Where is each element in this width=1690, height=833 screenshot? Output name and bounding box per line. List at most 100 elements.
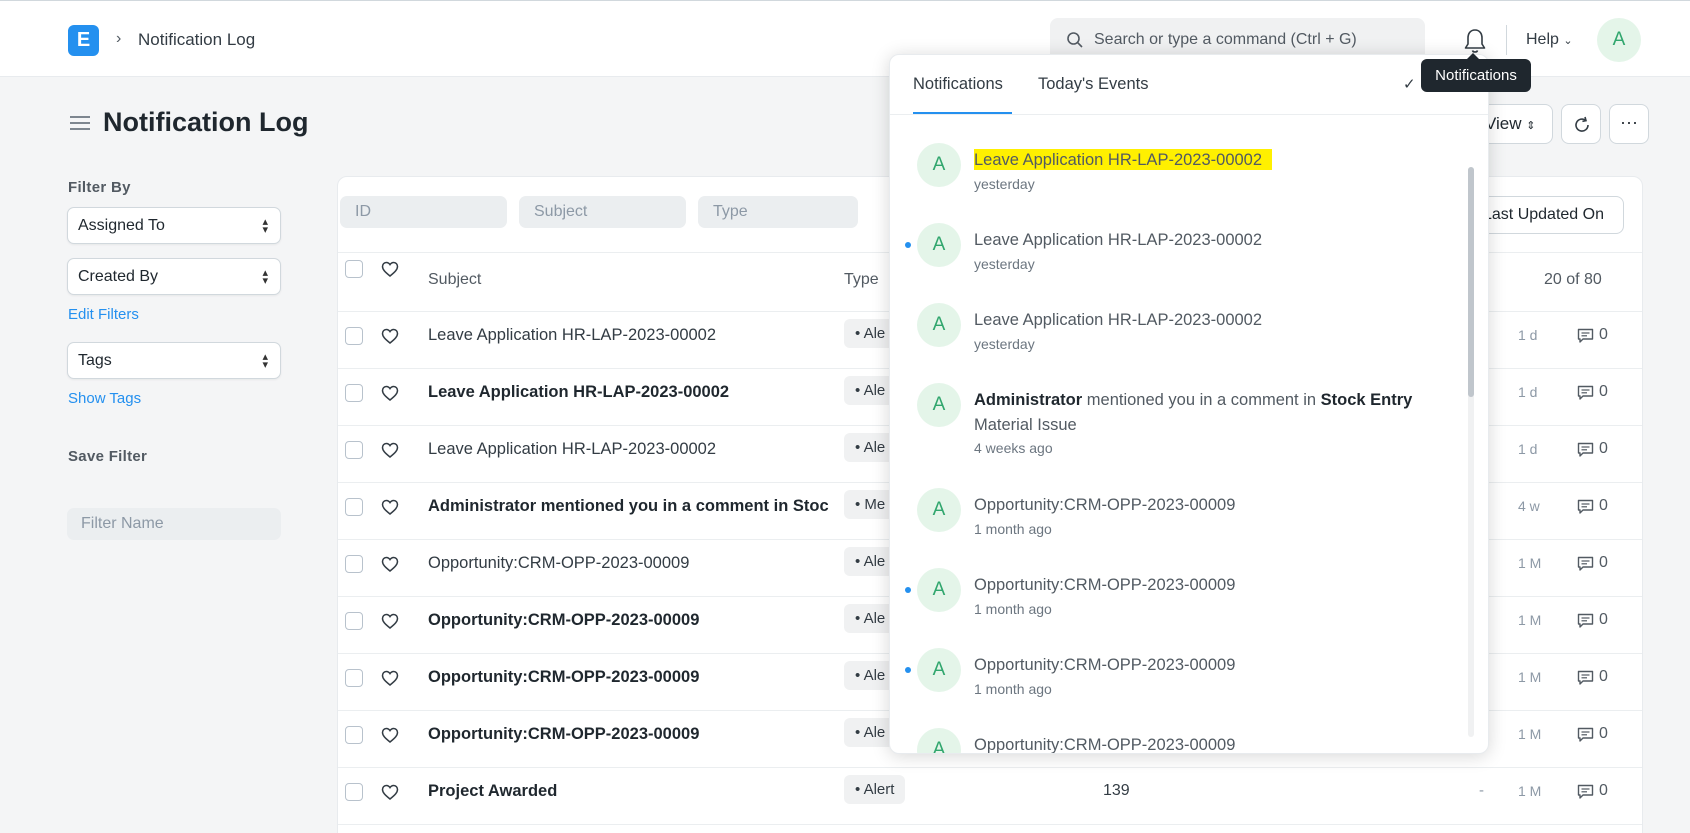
- tags-select[interactable]: Tags ▴ ▾: [67, 342, 281, 379]
- notification-title: Opportunity:CRM-OPP-2023-00009: [974, 576, 1236, 594]
- assigned-to-select[interactable]: Assigned To ▴ ▾: [67, 207, 281, 244]
- help-menu[interactable]: Help ⌄: [1526, 31, 1573, 49]
- bell-icon[interactable]: [1462, 27, 1488, 55]
- notification-time: 1 month ago: [974, 681, 1052, 697]
- tab-todays-events[interactable]: Today's Events: [1038, 75, 1148, 94]
- notification-item[interactable]: A Leave Application HR-LAP-2023-00002 yest…: [890, 288, 1470, 360]
- row-subject[interactable]: Leave Application HR-LAP-2023-00002: [428, 326, 716, 345]
- heart-icon[interactable]: [381, 328, 399, 345]
- notification-item[interactable]: A Opportunity:CRM-OPP-2023-00009 1 month a…: [890, 473, 1470, 545]
- notification-item[interactable]: A Opportunity:CRM-OPP-2023-00009 1 month a…: [890, 553, 1470, 625]
- show-tags-link[interactable]: Show Tags: [68, 390, 141, 407]
- filter-name-input[interactable]: [67, 508, 281, 540]
- row-subject[interactable]: Leave Application HR-LAP-2023-00002: [428, 383, 729, 402]
- record-count: 20 of 80: [1544, 271, 1602, 288]
- sidebar-toggle-icon[interactable]: [70, 115, 90, 131]
- row-subject[interactable]: Project Awarded: [428, 782, 557, 801]
- comment-count: 0: [1599, 497, 1608, 514]
- scrollbar-thumb[interactable]: [1468, 167, 1474, 397]
- comment-icon: [1577, 499, 1594, 514]
- avatar: A: [917, 143, 961, 187]
- comment-count: 0: [1599, 668, 1608, 685]
- notification-time: yesterday: [974, 256, 1035, 272]
- notification-item[interactable]: A Leave Application HR-LAP-2023-00002 yest…: [890, 128, 1470, 200]
- comment-count: 0: [1599, 611, 1608, 628]
- row-subject[interactable]: Opportunity:CRM-OPP-2023-00009: [428, 611, 699, 630]
- comment-icon: [1577, 784, 1594, 799]
- notification-item[interactable]: A Opportunity:CRM-OPP-2023-00009 1 month a…: [890, 633, 1470, 705]
- id-filter-input[interactable]: ID: [340, 196, 507, 228]
- notifications-scrollbar[interactable]: [1468, 167, 1474, 737]
- row-checkbox[interactable]: [345, 441, 363, 459]
- notification-item[interactable]: A Opportunity:CRM-OPP-2023-00009: [890, 713, 1470, 754]
- heart-icon[interactable]: [381, 385, 399, 402]
- row-checkbox[interactable]: [345, 783, 363, 801]
- notification-item[interactable]: A Leave Application HR-LAP-2023-00002 yest…: [890, 208, 1470, 280]
- comment-icon: [1577, 727, 1594, 742]
- row-checkbox[interactable]: [345, 498, 363, 516]
- comment-icon: [1577, 328, 1594, 343]
- comment-icon: [1577, 385, 1594, 400]
- heart-icon[interactable]: [381, 784, 399, 801]
- heart-icon[interactable]: [381, 670, 399, 687]
- comment-icon: [1577, 670, 1594, 685]
- comment-count: 0: [1599, 782, 1608, 799]
- subject-filter-input[interactable]: Subject: [519, 196, 686, 228]
- row-modified-time: 1 M: [1518, 783, 1542, 799]
- notification-title: Opportunity:CRM-OPP-2023-00009: [974, 736, 1236, 754]
- sort-button[interactable]: Last Updated On: [1470, 196, 1624, 234]
- heart-icon[interactable]: [381, 499, 399, 516]
- notification-item[interactable]: A Administrator mentioned you in a commen…: [890, 368, 1470, 456]
- row-subject[interactable]: Opportunity:CRM-OPP-2023-00009: [428, 554, 689, 573]
- notification-actor: Administrator: [974, 391, 1083, 409]
- notifications-dropdown: Notifications Today's Events ✓ A Leave Ap…: [889, 54, 1489, 754]
- row-checkbox[interactable]: [345, 327, 363, 345]
- heart-icon[interactable]: [381, 613, 399, 630]
- row-subject[interactable]: Administrator mentioned you in a comment…: [428, 497, 829, 516]
- select-all-checkbox[interactable]: [345, 260, 363, 278]
- notification-time: 1 month ago: [974, 601, 1052, 617]
- refresh-button[interactable]: [1561, 104, 1601, 144]
- comment-icon: [1577, 613, 1594, 628]
- heart-icon[interactable]: [381, 727, 399, 744]
- unread-indicator: [905, 242, 911, 248]
- avatar: A: [917, 223, 961, 267]
- row-checkbox[interactable]: [345, 669, 363, 687]
- tab-notifications[interactable]: Notifications: [913, 75, 1003, 94]
- notification-time: 4 weeks ago: [974, 440, 1053, 456]
- edit-filters-link[interactable]: Edit Filters: [68, 306, 139, 323]
- row-modified-time: 4 w: [1518, 498, 1540, 514]
- comment-count: 0: [1599, 326, 1608, 343]
- more-options-button[interactable]: ···: [1609, 104, 1649, 144]
- row-checkbox[interactable]: [345, 555, 363, 573]
- heart-icon[interactable]: [381, 442, 399, 459]
- navbar-divider: [1506, 25, 1507, 55]
- comment-count: 0: [1599, 440, 1608, 457]
- row-modified-time: 1 M: [1518, 555, 1542, 571]
- notification-title: Administrator mentioned you in a comment…: [974, 388, 1414, 438]
- row-modified-time: 1 M: [1518, 612, 1542, 628]
- heart-icon[interactable]: [381, 261, 399, 278]
- heart-icon[interactable]: [381, 556, 399, 573]
- row-checkbox[interactable]: [345, 612, 363, 630]
- row-subject[interactable]: Leave Application HR-LAP-2023-00002: [428, 440, 716, 459]
- avatar[interactable]: A: [1597, 18, 1641, 62]
- row-subject[interactable]: Opportunity:CRM-OPP-2023-00009: [428, 668, 699, 687]
- breadcrumb[interactable]: Notification Log: [138, 30, 255, 50]
- refresh-icon: [1575, 116, 1589, 132]
- sort-arrows-icon: ⇕: [1526, 120, 1536, 132]
- type-filter-select[interactable]: Type: [698, 196, 858, 228]
- app-logo[interactable]: E: [68, 25, 99, 56]
- avatar: A: [917, 383, 961, 427]
- notification-title: Opportunity:CRM-OPP-2023-00009: [974, 496, 1236, 514]
- page-title: Notification Log: [103, 107, 309, 137]
- notification-title: Leave Application HR-LAP-2023-00002: [974, 148, 1273, 173]
- row-checkbox[interactable]: [345, 384, 363, 402]
- mark-all-read-icon[interactable]: ✓: [1403, 75, 1416, 93]
- row-subject[interactable]: Opportunity:CRM-OPP-2023-00009: [428, 725, 699, 744]
- comment-icon: [1577, 556, 1594, 571]
- notification-time: yesterday: [974, 176, 1035, 192]
- created-by-select[interactable]: Created By ▴ ▾: [67, 258, 281, 295]
- avatar: A: [917, 568, 961, 612]
- row-checkbox[interactable]: [345, 726, 363, 744]
